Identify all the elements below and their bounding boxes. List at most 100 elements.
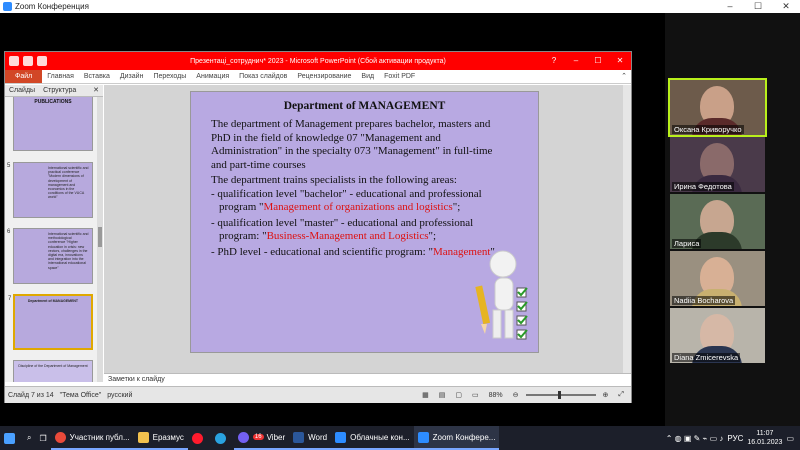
notifications-icon[interactable]: ▭ (786, 434, 794, 443)
slide-counter: Слайд 7 из 14 (8, 391, 54, 399)
reading-view-icon[interactable]: ▢ (455, 391, 462, 399)
taskbar-telegram[interactable] (211, 426, 234, 450)
search-button[interactable]: ⌕ (23, 426, 35, 450)
ppt-help-button[interactable]: ? (543, 52, 565, 70)
fit-slide-icon[interactable]: ⤢ (618, 391, 624, 399)
participant-video[interactable]: Ирина Федотова (670, 137, 765, 192)
tab-review[interactable]: Рецензирование (292, 70, 356, 83)
powerpoint-window: Презентаці_сотруднич* 2023 - Microsoft P… (4, 51, 632, 403)
word-icon (293, 431, 305, 443)
slide-editor: Department of MANAGEMENT The department … (104, 85, 631, 373)
slide-thumbnail[interactable]: Discipline of the Department of Manageme… (13, 360, 93, 382)
zoom-in-icon[interactable]: ⊕ (603, 391, 609, 399)
tab-design[interactable]: Дизайн (115, 70, 149, 83)
taskbar-chrome[interactable]: Участник публ... (50, 426, 134, 450)
slide-thumbnail-selected[interactable]: 7 Department of MANAGEMENT (8, 294, 93, 350)
taskbar-word[interactable]: Word (289, 426, 332, 450)
folder-icon (137, 431, 149, 443)
slide-paragraph: The department of Management prepares ba… (211, 118, 493, 171)
viber-icon (237, 431, 249, 443)
collapse-ribbon-icon[interactable]: ⌃ (617, 70, 631, 83)
zoom-level[interactable]: 88% (489, 392, 503, 399)
normal-view-icon[interactable]: ▦ (422, 391, 429, 399)
participant-gallery: Оксана Криворучко Ирина Федотова Лариса … (665, 13, 800, 426)
clock[interactable]: 11:07 16.01.2023 (747, 429, 782, 447)
tab-insert[interactable]: Вставка (79, 70, 115, 83)
tab-slideshow[interactable]: Показ слайдов (234, 70, 292, 83)
input-language[interactable]: РУС (727, 434, 743, 443)
zoom-titlebar: Zoom Конференция – ☐ ✕ (0, 0, 800, 13)
chrome-icon (54, 431, 66, 443)
participant-video[interactable]: Лариса (670, 194, 765, 249)
participant-video[interactable]: Оксана Криворучко (668, 78, 767, 137)
view-controls: ▦ ▤ ▢ ▭ 88% ⊖ ⊕ ⤢ (419, 391, 631, 399)
ppt-maximize-button[interactable]: ☐ (587, 52, 609, 70)
slide-bullet: - qualification level "bachelor" - educa… (211, 187, 482, 214)
slide-thumbnail[interactable]: 5 International scientific and practical… (7, 162, 93, 218)
tab-foxit-pdf[interactable]: Foxit PDF (379, 70, 420, 83)
ribbon-tabs: Файл Главная Вставка Дизайн Переходы Ани… (5, 70, 631, 84)
tab-transitions[interactable]: Переходы (148, 70, 191, 83)
slide-title: Department of MANAGEMENT (283, 100, 446, 112)
tab-outline[interactable]: Структура (39, 85, 80, 96)
telegram-icon (214, 432, 226, 444)
editor-scrollbar[interactable] (623, 85, 631, 373)
slide-thumbnails: PUBLICATIONS 5 International scientific … (5, 97, 103, 382)
screen-share-area: Презентаці_сотруднич* 2023 - Microsoft P… (0, 13, 665, 426)
zoom-icon (3, 2, 12, 11)
participant-video[interactable]: Diana Zmicerevska (670, 308, 765, 363)
slide-bullet: - PhD level - educational and scientific… (211, 245, 495, 258)
viber-badge: 16 (252, 434, 264, 440)
windows-icon (4, 432, 15, 444)
maximize-button[interactable]: ☐ (744, 0, 772, 13)
theme-name: "Тема Office" (59, 391, 102, 399)
taskbar-zoom-meeting[interactable]: Zoom Конфере... (413, 426, 500, 450)
tab-animations[interactable]: Анимация (191, 70, 234, 83)
taskbar-viber[interactable]: 16 Viber (233, 426, 290, 450)
slide-thumbnail[interactable]: PUBLICATIONS (13, 97, 93, 151)
sorter-view-icon[interactable]: ▤ (439, 391, 446, 399)
zoom-window: Zoom Конференция – ☐ ✕ Презентаці_сотруд… (0, 0, 800, 426)
current-slide[interactable]: Department of MANAGEMENT The department … (190, 91, 539, 353)
close-pane-icon[interactable]: ✕ (89, 85, 103, 96)
tab-slides[interactable]: Слайды (5, 85, 39, 96)
thumbnail-scrollbar[interactable] (97, 97, 103, 382)
slide-pane-tabs: Слайды Структура ✕ (5, 85, 103, 97)
participant-video[interactable]: Nadiia Bocharova (670, 251, 765, 306)
ppt-title: Презентаці_сотруднич* 2023 - Microsoft P… (190, 57, 446, 65)
tab-file[interactable]: Файл (5, 70, 43, 83)
language-indicator[interactable]: русский (107, 392, 132, 399)
figure-checklist-illustration (475, 250, 528, 340)
taskbar-opera[interactable] (188, 426, 211, 450)
notes-field[interactable]: Заметки к слайду (104, 373, 631, 385)
task-view-button[interactable]: ❐ (35, 426, 50, 450)
zoom-icon (335, 431, 347, 443)
zoom-slider[interactable] (525, 391, 596, 399)
slide-body: The department of Management prepares ba… (205, 118, 495, 259)
tab-view[interactable]: Вид (356, 70, 379, 83)
minimize-button[interactable]: – (716, 0, 744, 13)
zoom-out-icon[interactable]: ⊖ (513, 391, 519, 399)
ppt-close-button[interactable]: ✕ (609, 52, 631, 70)
slide-paragraph: The department trains specialists in the… (211, 174, 457, 186)
slideshow-view-icon[interactable]: ▭ (472, 391, 479, 399)
slide-bullet: - qualification level "master" - educati… (211, 216, 474, 243)
zoom-title: Zoom Конференция (15, 2, 89, 11)
task-view-icon: ❐ (39, 433, 47, 443)
ppt-minimize-button[interactable]: – (565, 52, 587, 70)
opera-icon (191, 432, 203, 444)
windows-taskbar: ⌕ ❐ Участник публ... Еразмус 16 Viber Wor… (0, 426, 800, 450)
taskbar-zoom-cloud[interactable]: Облачные кон... (331, 426, 414, 450)
start-button[interactable] (0, 426, 23, 450)
status-bar: Слайд 7 из 14 "Тема Office" русский ▦ ▤ … (5, 386, 631, 403)
ppt-titlebar: Презентаці_сотруднич* 2023 - Microsoft P… (5, 52, 631, 70)
close-button[interactable]: ✕ (772, 0, 800, 13)
taskbar-folder[interactable]: Еразмус (133, 426, 188, 450)
tray-icons[interactable]: ⌃ ◍ ▣ ✎ ⌁ ▭ ♪ (666, 434, 724, 443)
slide-thumbnail[interactable]: 6 International scientific and methodolo… (7, 228, 93, 284)
ppt-window-controls: ? – ☐ ✕ (543, 52, 631, 70)
tab-home[interactable]: Главная (42, 70, 79, 83)
window-controls: – ☐ ✕ (716, 0, 800, 13)
zoom-icon (417, 431, 429, 443)
system-tray: ⌃ ◍ ▣ ✎ ⌁ ▭ ♪ РУС 11:07 16.01.2023 ▭ (666, 429, 800, 447)
